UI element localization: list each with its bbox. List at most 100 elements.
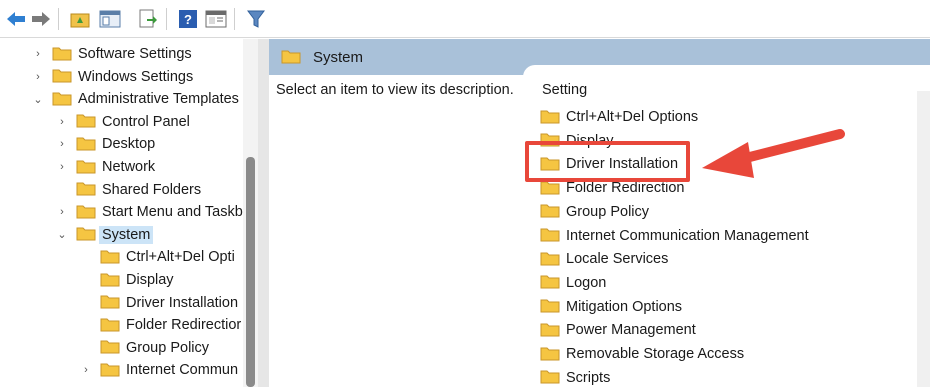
folder-icon (76, 112, 96, 131)
folder-icon (100, 293, 120, 312)
annotation-arrow-icon (702, 129, 845, 178)
chevron-down-icon[interactable]: ⌄ (30, 88, 46, 110)
folder-icon (76, 135, 96, 154)
tree-item-label: Start Menu and Taskb (102, 204, 243, 221)
setting-list-item[interactable]: Group Policy (540, 201, 649, 223)
details-header-title: System (313, 48, 364, 66)
tree-item[interactable]: ⌄ System (54, 224, 154, 246)
folder-icon (540, 250, 560, 269)
tree-item[interactable]: › Desktop (54, 133, 155, 155)
folder-icon (100, 338, 120, 357)
settings-list: Setting Ctrl+Alt+Del Options Display Drive… (523, 65, 930, 387)
expander-placeholder (78, 292, 94, 314)
folder-icon (540, 345, 560, 364)
chevron-down-icon[interactable]: ⌄ (54, 224, 70, 246)
details-pane: System Select an item to view its descri… (269, 39, 930, 387)
setting-list-item-label: Logon (566, 274, 607, 291)
tree-item-label: Internet Commun (126, 362, 239, 379)
folder-icon (52, 90, 72, 109)
expander-placeholder (78, 337, 94, 359)
folder-icon (540, 273, 560, 292)
settings-scrollbar[interactable] (917, 91, 930, 387)
tree-item[interactable]: › Software Settings (30, 43, 192, 65)
highlight-box (525, 141, 690, 182)
filter-icon[interactable] (244, 7, 268, 31)
tree-item-label: System (99, 225, 154, 244)
tree-item-label: Folder Redirectior (126, 317, 242, 334)
tree-item[interactable]: Shared Folders (54, 179, 201, 201)
setting-list-item[interactable]: Mitigation Options (540, 296, 682, 318)
folder-icon (76, 158, 96, 177)
chevron-right-icon[interactable]: › (54, 201, 70, 223)
description-text: Select an item to view its description. (276, 82, 514, 98)
chevron-right-icon[interactable]: › (30, 43, 46, 65)
chevron-right-icon[interactable]: › (78, 359, 94, 381)
properties-view-icon[interactable] (204, 7, 228, 31)
tree-item-label: Network (102, 159, 156, 175)
tree-item[interactable]: › Network (54, 156, 155, 178)
chevron-right-icon[interactable]: › (54, 133, 70, 155)
folder-icon (100, 316, 120, 335)
chevron-right-icon[interactable]: › (54, 111, 70, 133)
setting-list-item-label: Group Policy (566, 203, 650, 220)
setting-list-item-label: Power Management (566, 322, 696, 339)
folder-icon (540, 297, 560, 316)
tree-item[interactable]: Ctrl+Alt+Del Opti (78, 246, 235, 268)
tree-item[interactable]: Folder Redirectior (78, 314, 241, 336)
up-folder-icon[interactable] (68, 7, 92, 31)
tree-item-label: Control Panel (102, 113, 190, 130)
tree-item[interactable]: Driver Installation (78, 292, 238, 314)
folder-icon (76, 203, 96, 222)
folder-icon (540, 108, 560, 127)
tree-item-label: Administrative Templates (78, 91, 239, 108)
tree-item[interactable]: Group Policy (78, 337, 209, 359)
setting-list-item-label: Scripts (566, 369, 611, 386)
tree-item[interactable]: › Internet Commun (78, 359, 238, 381)
show-hide-tree-icon[interactable] (98, 7, 122, 31)
tree-item[interactable]: ⌄ Administrative Templates (30, 88, 239, 110)
export-list-icon[interactable] (136, 7, 160, 31)
folder-icon (52, 45, 72, 64)
folder-icon (540, 321, 560, 340)
setting-list-item-label: Removable Storage Access (566, 346, 745, 362)
back-arrow-icon[interactable] (4, 7, 28, 31)
chevron-right-icon[interactable]: › (30, 66, 46, 88)
setting-list-item-label: Folder Redirection (566, 180, 685, 197)
tree-item-label: Windows Settings (78, 68, 194, 85)
toolbar-separator (166, 8, 167, 30)
setting-list-item[interactable]: Logon (540, 272, 606, 294)
toolbar: ? (0, 0, 930, 38)
tree-item-label: Group Policy (126, 339, 210, 356)
expander-placeholder (78, 246, 94, 268)
chevron-right-icon[interactable]: › (54, 156, 70, 178)
toolbar-separator (234, 8, 235, 30)
tree-item[interactable]: › Control Panel (54, 111, 190, 133)
folder-icon (100, 248, 120, 267)
pane-splitter[interactable] (258, 39, 269, 387)
tree-scrollbar-thumb[interactable] (246, 157, 255, 387)
setting-list-item[interactable]: Removable Storage Access (540, 343, 744, 365)
tree-item[interactable]: › Windows Settings (30, 66, 193, 88)
setting-list-item[interactable]: Internet Communication Management (540, 225, 809, 247)
tree-item[interactable]: › Start Menu and Taskb (54, 201, 243, 223)
column-header-setting[interactable]: Setting (542, 82, 587, 98)
svg-text:?: ? (184, 12, 192, 27)
folder-icon (100, 271, 120, 290)
folder-icon (52, 67, 72, 86)
folder-icon (540, 226, 560, 245)
setting-list-item-label: Ctrl+Alt+Del Options (566, 109, 699, 125)
folder-icon (76, 180, 96, 199)
expander-placeholder (78, 269, 94, 291)
setting-list-item[interactable]: Ctrl+Alt+Del Options (540, 106, 698, 128)
folder-icon (540, 202, 560, 221)
setting-list-item-label: Locale Services (566, 251, 669, 268)
tree-item[interactable]: Display (78, 269, 174, 291)
setting-list-item[interactable]: Power Management (540, 319, 696, 341)
help-icon[interactable]: ? (176, 7, 200, 31)
tree-item-label: Ctrl+Alt+Del Opti (126, 249, 235, 266)
setting-list-item[interactable]: Locale Services (540, 248, 668, 270)
tree-scrollbar[interactable] (243, 39, 258, 387)
setting-list-item[interactable]: Scripts (540, 367, 610, 387)
folder-icon (540, 368, 560, 387)
forward-arrow-icon[interactable] (29, 7, 53, 31)
